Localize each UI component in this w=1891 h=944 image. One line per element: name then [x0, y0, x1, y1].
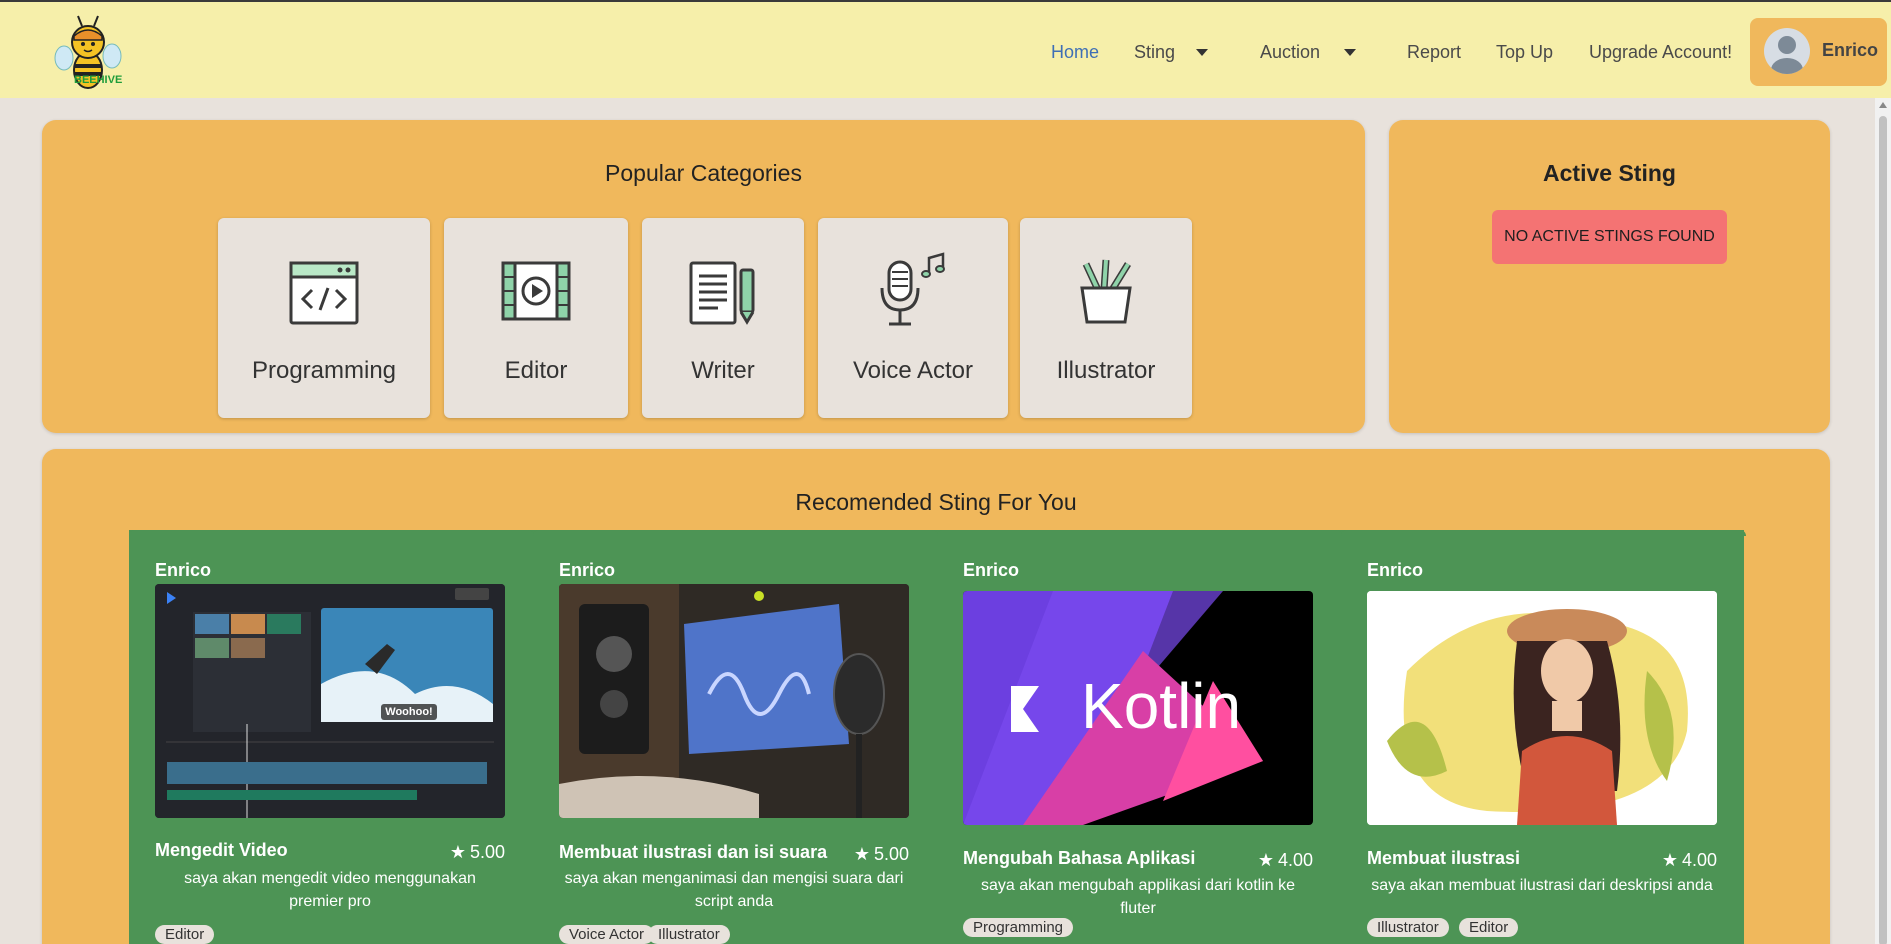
star-icon: ★ — [449, 842, 466, 862]
user-name: Enrico — [1822, 40, 1879, 60]
thumbnail-caption: Kotlin — [1081, 670, 1242, 742]
star-icon: ★ — [1661, 850, 1678, 870]
avatar — [1764, 28, 1810, 74]
nav-sting-dropdown[interactable]: Sting — [1134, 42, 1175, 63]
card-top-edge — [1341, 530, 1746, 536]
top-navbar: BEEHIVE Home Sting Auction Report Top Up… — [0, 0, 1891, 98]
sting-rating: ★ 4.00 — [1258, 850, 1313, 871]
nav-upgrade-link[interactable]: Upgrade Account! — [1589, 42, 1732, 63]
rating-value: 5.00 — [873, 844, 909, 864]
seller-name: Enrico — [1367, 560, 1424, 580]
sting-description: saya akan mengedit video menggunakan pre… — [184, 870, 476, 910]
sting-card[interactable]: Enrico Woohoo! Mengedit Video ★ 5.00 saya… — [129, 530, 534, 944]
studio-thumbnail[interactable] — [559, 584, 909, 818]
sting-title[interactable]: Mengedit Video — [155, 840, 288, 861]
category-card-voice-actor[interactable]: Voice Actor — [818, 218, 1008, 418]
seller-name: Enrico — [155, 560, 212, 580]
active-sting-title: Active Sting — [1543, 160, 1676, 186]
brand-name: BEEHIVE — [74, 74, 123, 86]
sting-rating: ★ 4.00 — [1662, 850, 1717, 871]
rating-value: 5.00 — [469, 842, 505, 862]
video-editor-thumbnail[interactable]: Woohoo! — [155, 584, 505, 818]
tag-badge[interactable]: Illustrator — [648, 925, 730, 944]
sting-title[interactable]: Membuat ilustrasi dan isi suara — [559, 842, 827, 863]
rating-value: 4.00 — [1681, 850, 1717, 870]
user-menu-button[interactable]: Enrico — [1750, 18, 1887, 86]
page-scrollbar[interactable] — [1875, 98, 1891, 944]
category-card-editor[interactable]: Editor — [444, 218, 628, 418]
card-top-edge — [937, 530, 1342, 536]
category-card-programming[interactable]: Programming — [218, 218, 430, 418]
sting-description: saya akan menganimasi dan mengisi suara … — [564, 870, 904, 910]
sting-description: saya akan membuat ilustrasi dari deskrip… — [1371, 877, 1713, 894]
sting-title[interactable]: Mengubah Bahasa Aplikasi — [963, 848, 1195, 869]
illustration-thumbnail[interactable] — [1367, 591, 1717, 825]
recommended-title: Recomended Sting For You — [795, 489, 1077, 515]
star-icon: ★ — [1257, 850, 1274, 870]
nav-home-link[interactable]: Home — [1051, 42, 1099, 63]
category-card-illustrator[interactable]: Illustrator — [1020, 218, 1192, 418]
nav-report-link[interactable]: Report — [1407, 42, 1461, 63]
rating-value: 4.00 — [1277, 850, 1313, 870]
chevron-down-icon[interactable] — [1196, 49, 1208, 56]
star-icon: ★ — [853, 844, 870, 864]
thumbnail-caption: Woohoo! — [385, 706, 433, 718]
sting-rating: ★ 5.00 — [854, 844, 909, 865]
tag-badge[interactable]: Editor — [1459, 918, 1519, 937]
sting-rating: ★ 5.00 — [450, 842, 505, 863]
video-film-icon — [500, 260, 572, 327]
category-label: Programming — [251, 357, 397, 384]
popular-categories-panel: Popular Categories Programming Editor Wr… — [42, 120, 1365, 433]
category-label: Writer — [691, 357, 755, 384]
pencil-cup-icon — [1070, 256, 1142, 331]
seller-name: Enrico — [963, 560, 1020, 580]
document-pen-icon — [688, 260, 758, 331]
tag-badge[interactable]: Voice Actor — [559, 925, 655, 944]
tag-badge[interactable]: Illustrator — [1367, 918, 1449, 937]
kotlin-thumbnail[interactable]: Kotlin — [963, 591, 1313, 825]
sting-card[interactable]: Enrico Membuat ilustrasi ★ 4.00 saya akan… — [1341, 530, 1746, 944]
sting-description: saya akan mengubah applikasi dari kotlin… — [981, 877, 1295, 917]
chevron-down-icon[interactable] — [1344, 49, 1356, 56]
popular-categories-title: Popular Categories — [605, 160, 802, 186]
sting-card[interactable]: Enrico Membuat ilustrasi dan isi suara ★… — [533, 530, 938, 944]
card-top-edge — [533, 530, 938, 536]
no-active-stings-alert: NO ACTIVE STINGS FOUND — [1492, 210, 1727, 264]
scrollbar-thumb[interactable] — [1879, 116, 1887, 944]
sting-title[interactable]: Membuat ilustrasi — [1367, 848, 1520, 869]
sting-card[interactable]: Enrico Kotlin Mengubah Bahasa Aplikasi ★… — [937, 530, 1342, 944]
active-sting-panel: Active Sting NO ACTIVE STINGS FOUND — [1389, 120, 1830, 433]
card-top-edge — [129, 530, 534, 536]
category-card-writer[interactable]: Writer — [642, 218, 804, 418]
scroll-up-icon[interactable] — [1879, 102, 1887, 108]
category-label: Voice Actor — [852, 357, 974, 384]
category-label: Illustrator — [1056, 357, 1156, 384]
microphone-icon — [877, 252, 949, 333]
tag-badge[interactable]: Editor — [155, 925, 215, 944]
code-window-icon — [288, 260, 360, 331]
seller-name: Enrico — [559, 560, 616, 580]
nav-top-up-link[interactable]: Top Up — [1496, 42, 1553, 63]
tag-badge[interactable]: Programming — [963, 918, 1074, 937]
nav-auction-dropdown[interactable]: Auction — [1260, 42, 1320, 63]
category-label: Editor — [504, 357, 568, 384]
